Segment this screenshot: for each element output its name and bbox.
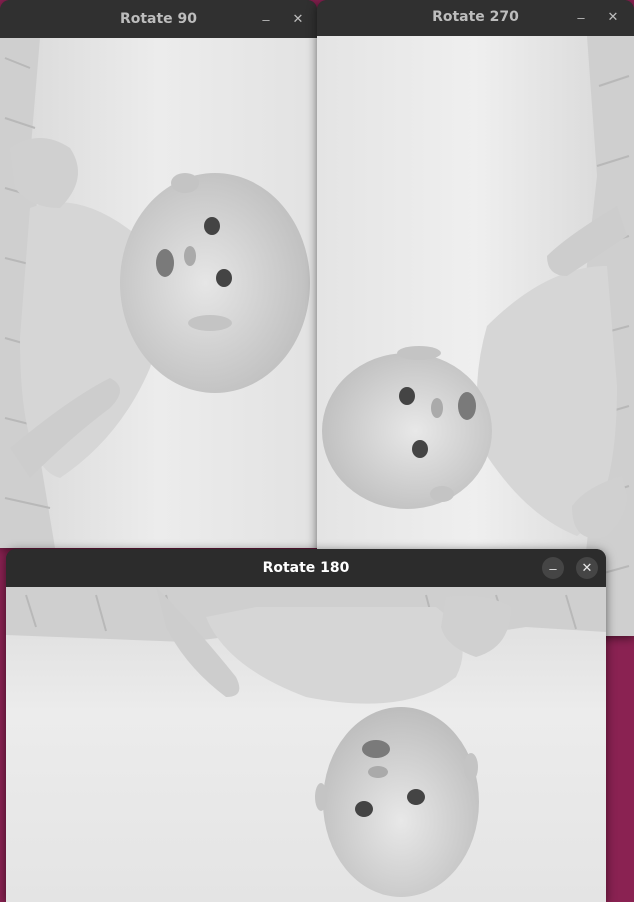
image-canvas — [317, 36, 634, 636]
baby-photo-rotated-180 — [6, 587, 606, 902]
close-icon[interactable]: ✕ — [602, 6, 624, 28]
window-rotate-270: Rotate 270 – ✕ — [317, 0, 634, 636]
baby-photo-rotated-90 — [0, 38, 317, 548]
minimize-icon[interactable]: – — [542, 557, 564, 579]
close-icon[interactable]: ✕ — [287, 8, 309, 30]
window-title: Rotate 180 — [262, 560, 350, 576]
image-canvas — [6, 587, 606, 902]
titlebar[interactable]: Rotate 180 – ✕ — [6, 549, 606, 587]
titlebar[interactable]: Rotate 270 – ✕ — [317, 0, 634, 36]
close-icon[interactable]: ✕ — [576, 557, 598, 579]
baby-photo-rotated-270 — [317, 36, 634, 636]
titlebar[interactable]: Rotate 90 – ✕ — [0, 0, 317, 38]
window-rotate-90: Rotate 90 – ✕ — [0, 0, 317, 548]
minimize-icon[interactable]: – — [570, 6, 592, 28]
minimize-icon[interactable]: – — [255, 8, 277, 30]
window-rotate-180: Rotate 180 – ✕ — [6, 549, 606, 902]
image-canvas — [0, 38, 317, 548]
